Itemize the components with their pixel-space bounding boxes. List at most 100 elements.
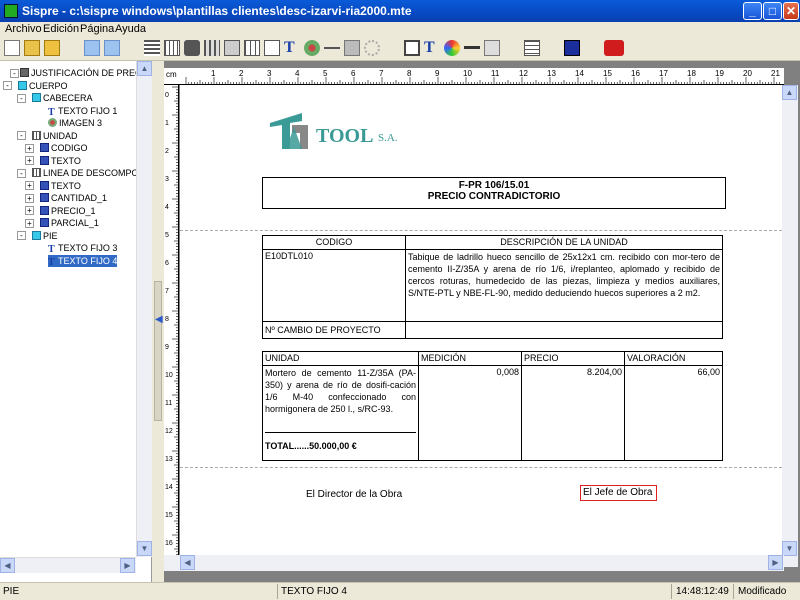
ruler-label: 6 xyxy=(165,260,169,267)
new-document-icon[interactable] xyxy=(4,40,20,56)
status-separator xyxy=(671,584,672,599)
tree-node[interactable]: IMAGEN 3 xyxy=(48,117,102,129)
menu-ayuda[interactable]: Ayuda xyxy=(115,23,146,35)
tree-expander[interactable]: + xyxy=(25,181,34,190)
line-style-icon[interactable] xyxy=(464,40,480,56)
exit-icon[interactable] xyxy=(604,40,624,56)
tree-expander[interactable]: - xyxy=(3,81,12,90)
tree-node[interactable]: TEXTO xyxy=(40,155,81,167)
tree-node[interactable]: CABECERA xyxy=(32,92,93,104)
frame-icon[interactable] xyxy=(264,40,280,56)
tree-node-label: TEXTO FIJO 1 xyxy=(58,105,118,116)
ruler-label: 10 xyxy=(463,69,472,78)
tree-expander[interactable]: - xyxy=(17,93,26,103)
open-folder-icon[interactable] xyxy=(24,40,40,56)
forward-arrow-icon[interactable] xyxy=(104,40,120,56)
grid-icon[interactable] xyxy=(244,40,260,56)
tree-node-label: PARCIAL_1 xyxy=(51,218,99,228)
page-icon xyxy=(18,80,27,90)
tree-node[interactable]: PARCIAL_1 xyxy=(40,217,99,229)
menu-pagina[interactable]: Página xyxy=(80,23,114,35)
tree-node-label: TEXTO FIJO 3 xyxy=(58,243,118,253)
column-icon xyxy=(40,155,49,165)
tree-vertical-scrollbar[interactable]: ▲ ▼ xyxy=(136,61,152,557)
tree-expander[interactable]: + xyxy=(25,206,34,215)
scroll-up-arrow[interactable]: ▲ xyxy=(137,61,152,76)
tree-node[interactable]: CUERPO xyxy=(18,80,68,92)
doc-scroll-left-arrow[interactable]: ◀ xyxy=(180,555,195,570)
image-flower-icon[interactable] xyxy=(304,40,320,56)
tree-expander[interactable]: - xyxy=(17,168,26,178)
tree-expander[interactable]: + xyxy=(25,218,34,228)
close-button[interactable]: ✕ xyxy=(783,2,799,20)
calculator-grid-icon[interactable] xyxy=(524,40,540,56)
document-vertical-scrollbar[interactable]: ▲ ▼ xyxy=(782,85,798,567)
tree-node[interactable]: T TEXTO FIJO 1 xyxy=(48,105,118,118)
precio-value: 8.204,00 xyxy=(521,365,625,461)
scroll-down-arrow[interactable]: ▼ xyxy=(137,541,152,556)
tree-node[interactable]: UNIDAD xyxy=(32,130,78,142)
scroll-right-arrow[interactable]: ▶ xyxy=(120,558,135,573)
splitter-grip[interactable] xyxy=(154,281,162,421)
doc-scroll-up-arrow[interactable]: ▲ xyxy=(782,85,797,100)
calculator-icon[interactable] xyxy=(344,40,360,56)
logo-suffix: S.A. xyxy=(378,132,398,144)
ruler-label: 4 xyxy=(295,69,300,78)
columns-icon[interactable] xyxy=(204,40,220,56)
panel-splitter[interactable]: ◀ xyxy=(152,61,164,585)
book-icon[interactable] xyxy=(564,40,580,56)
tree-expander[interactable]: + xyxy=(25,193,34,203)
tree-expander[interactable]: - xyxy=(10,68,19,78)
back-arrow-icon[interactable] xyxy=(84,40,100,56)
spinner-icon[interactable] xyxy=(364,40,380,56)
collapse-arrow-icon[interactable]: ◀ xyxy=(155,314,163,325)
descripcion-value: Tabique de ladrillo hueco sencillo de 25… xyxy=(405,249,723,322)
doc-scroll-down-arrow[interactable]: ▼ xyxy=(782,541,797,556)
tree-expander[interactable]: - xyxy=(17,131,26,140)
codigo-value: E10DTL010 xyxy=(262,249,406,322)
tree-node[interactable]: JUSTIFICACIÓN DE PRECIO xyxy=(20,67,136,79)
paste-icon[interactable] xyxy=(484,40,500,56)
ruler-label: 18 xyxy=(687,69,696,78)
ruler-label: 1 xyxy=(165,120,169,127)
text-format-icon[interactable]: T xyxy=(424,40,440,56)
tree-expander[interactable]: - xyxy=(17,231,26,240)
save-folder-icon[interactable] xyxy=(44,40,60,56)
menu-bar: Archivo Edición Página Ayuda xyxy=(0,22,800,37)
doc-scroll-right-arrow[interactable]: ▶ xyxy=(768,555,783,570)
status-separator xyxy=(277,584,278,599)
ruler-label: 13 xyxy=(547,69,556,78)
scroll-left-arrow[interactable]: ◀ xyxy=(0,558,15,573)
ruler-ticks: 1 2 3 4 5 6 7 8 9 10 11 12 13 14 15 16 17 18 19 20 21 xyxy=(185,69,780,85)
list-icon[interactable] xyxy=(144,40,160,56)
menu-edicion[interactable]: Edición xyxy=(43,23,79,35)
line-icon[interactable] xyxy=(324,40,340,56)
color-palette-icon[interactable] xyxy=(444,40,460,56)
maximize-button[interactable]: □ xyxy=(763,2,782,20)
ruler-label: 5 xyxy=(165,232,169,239)
document-horizontal-scrollbar[interactable]: ◀ ▶ xyxy=(164,555,784,571)
tree-node[interactable]: CANTIDAD_1 xyxy=(40,192,107,204)
tree-expander[interactable]: + xyxy=(25,156,34,165)
tree-horizontal-scrollbar[interactable]: ◀ ▶ xyxy=(0,557,136,573)
tree-expander[interactable]: + xyxy=(25,143,34,153)
tree-node[interactable]: PIE xyxy=(32,230,58,242)
tree-node[interactable]: LINEA DE DESCOMPOSICION xyxy=(32,167,136,179)
tree-node[interactable]: CODIGO xyxy=(40,142,88,154)
table-icon[interactable] xyxy=(164,40,180,56)
minimize-button[interactable]: _ xyxy=(743,2,762,20)
tree-node[interactable]: T TEXTO FIJO 4 xyxy=(48,254,118,267)
text-t-icon: T xyxy=(48,244,55,255)
text-t-icon[interactable]: T xyxy=(284,40,300,56)
status-separator xyxy=(733,584,734,599)
tree-node[interactable]: TEXTO xyxy=(40,180,81,192)
jefe-obra-text-selected[interactable]: El Jefe de Obra xyxy=(580,485,657,501)
binoculars-icon[interactable] xyxy=(184,40,200,56)
column-bar-icon[interactable] xyxy=(224,40,240,56)
menu-archivo[interactable]: Archivo xyxy=(5,23,42,35)
director-signature-label[interactable]: El Director de la Obra xyxy=(306,489,402,500)
tree-node[interactable]: PRECIO_1 xyxy=(40,205,96,217)
tree-node[interactable]: T TEXTO FIJO 3 xyxy=(48,242,118,255)
copy-frame-icon[interactable] xyxy=(404,40,420,56)
sispre-window: Sispre - c:\sispre windows\plantillas cl… xyxy=(0,0,800,600)
